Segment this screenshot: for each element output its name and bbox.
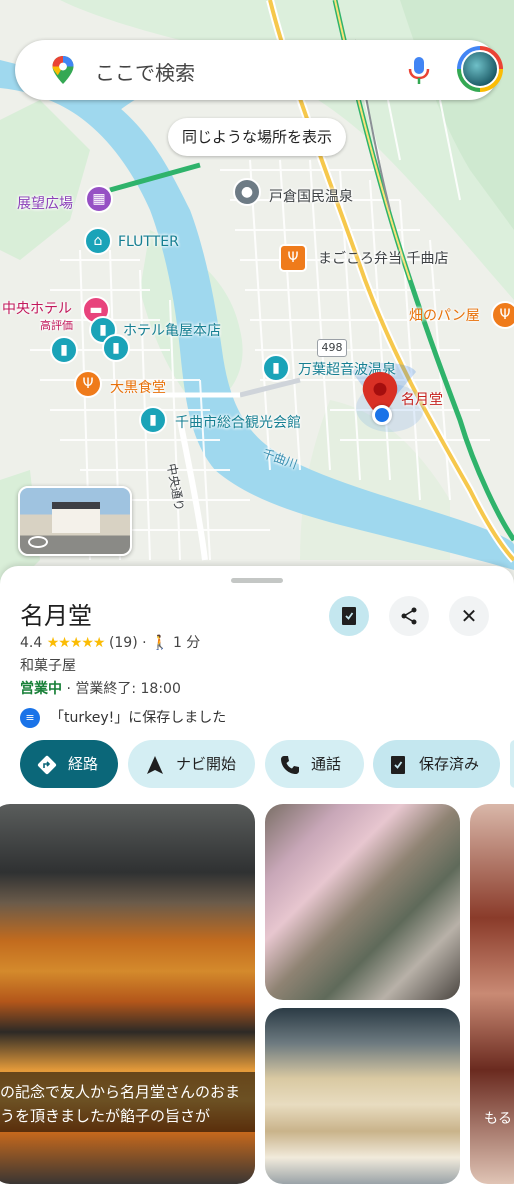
walking-icon: 🚶	[151, 635, 169, 651]
restaurant-icon[interactable]: Ψ	[279, 244, 307, 272]
route-shield-498: 498	[317, 339, 347, 357]
share-button[interactable]	[389, 596, 429, 636]
map-view[interactable]: ここで検索 同じような場所を表示 ▦ 展望広場 ⌂ FLUTTER ● 戸倉国民…	[0, 0, 514, 600]
bookmark-pin-icon[interactable]: ▮	[139, 406, 167, 434]
opening-hours[interactable]: 営業中 · 営業終了: 18:00	[20, 678, 181, 698]
photo-dango[interactable]: の記念で友人から名月堂さんのおま うを頂きましたが餡子の旨さが	[0, 804, 255, 1184]
list-icon: ≡	[20, 708, 40, 728]
account-avatar[interactable]	[457, 46, 503, 92]
photo-caption-line2: うを頂きましたが餡子の旨さが	[0, 1107, 211, 1125]
phone-icon	[277, 740, 303, 788]
share-icon	[401, 607, 417, 625]
sheet-drag-handle[interactable]	[231, 578, 283, 583]
rating-row: 4.4 ★★★★★ (19) · 🚶 1 分	[20, 632, 200, 652]
search-input[interactable]: ここで検索	[95, 57, 195, 86]
search-bar[interactable]: ここで検索	[15, 40, 503, 100]
save-button[interactable]	[329, 596, 369, 636]
photo-caption-line1: の記念で友人から名月堂さんのおま	[0, 1083, 241, 1101]
bookmark-filled-icon	[342, 607, 356, 625]
map-label-chikuma-kanko[interactable]: 千曲市総合観光会館	[175, 412, 301, 432]
map-label-observatory[interactable]: 展望広場	[17, 193, 73, 213]
bookmark-check-icon	[385, 740, 411, 788]
more-actions-button[interactable]	[510, 740, 514, 788]
bookmark-pin-icon[interactable]: ▮	[262, 354, 290, 382]
bookmark-pin-icon[interactable]: ▮	[50, 336, 78, 364]
place-title: 名月堂	[20, 602, 92, 630]
saved-list-row[interactable]: ≡ 「turkey!」に保存しました	[20, 707, 226, 728]
call-label: 通話	[311, 755, 342, 773]
photo-sweets-case[interactable]	[265, 1008, 460, 1184]
map-label-hatake-pan[interactable]: 畑のパン屋	[409, 305, 480, 325]
map-label-kameya[interactable]: ホテル亀屋本店	[123, 320, 221, 340]
photo-shop-display[interactable]	[265, 804, 460, 1000]
saved-list-text: 「turkey!」に保存しました	[50, 710, 227, 726]
call-button[interactable]: 通話	[265, 740, 364, 788]
microphone-icon[interactable]	[408, 57, 430, 85]
photo-partial-right[interactable]: もる	[470, 804, 514, 1184]
current-location-dot	[372, 405, 392, 425]
saved-label: 保存済み	[419, 755, 480, 773]
restaurant-icon[interactable]: Ψ	[74, 370, 102, 398]
place-pin-icon[interactable]: ●	[233, 178, 261, 206]
place-category: 和菓子屋	[20, 658, 76, 674]
directions-button[interactable]: 経路	[20, 740, 118, 788]
map-label-chuo-hotel[interactable]: 中央ホテル	[2, 298, 72, 318]
shopping-bag-icon[interactable]: ⌂	[84, 227, 112, 255]
map-label-magokoro[interactable]: まごころ弁当 千曲店	[318, 248, 448, 268]
separator-dot: ·	[142, 635, 147, 651]
similar-places-chip[interactable]: 同じような場所を表示	[168, 118, 346, 156]
street-view-thumbnail[interactable]	[18, 486, 132, 556]
map-label-daikoku[interactable]: 大黒食堂	[110, 377, 166, 397]
street-view-360-icon	[28, 536, 48, 548]
place-details-sheet: 名月堂 ✕ 4.4 ★★★★★ (19) · 🚶 1 分 和菓子屋 営業中 · …	[0, 566, 514, 1199]
walk-time: 1 分	[172, 635, 201, 651]
review-count[interactable]: (19)	[109, 635, 138, 651]
navigation-arrow-icon	[142, 740, 168, 788]
map-label-flutter[interactable]: FLUTTER	[118, 234, 179, 250]
rating-value: 4.4	[20, 635, 43, 651]
close-icon: ✕	[460, 604, 478, 628]
map-label-chuo-hotel-sub: 高評価	[40, 319, 73, 332]
google-maps-pin-icon	[52, 56, 74, 84]
viewpoint-icon[interactable]: ▦	[85, 185, 113, 213]
rating-stars: ★★★★★	[46, 635, 106, 651]
photo-right-caption: もる	[484, 1111, 512, 1127]
start-navigation-label: ナビ開始	[176, 755, 237, 773]
close-button[interactable]: ✕	[449, 596, 489, 636]
directions-label: 経路	[68, 755, 99, 773]
saved-button[interactable]: 保存済み	[373, 740, 500, 788]
map-label-togura-onsen[interactable]: 戸倉国民温泉	[269, 186, 353, 206]
restaurant-icon[interactable]: Ψ	[491, 301, 514, 329]
open-status: 営業中	[20, 681, 62, 697]
start-navigation-button[interactable]: ナビ開始	[128, 740, 255, 788]
hours-detail: · 営業終了: 18:00	[62, 681, 181, 697]
directions-icon	[34, 740, 60, 788]
map-label-meigetsudo[interactable]: 名月堂	[401, 389, 443, 409]
